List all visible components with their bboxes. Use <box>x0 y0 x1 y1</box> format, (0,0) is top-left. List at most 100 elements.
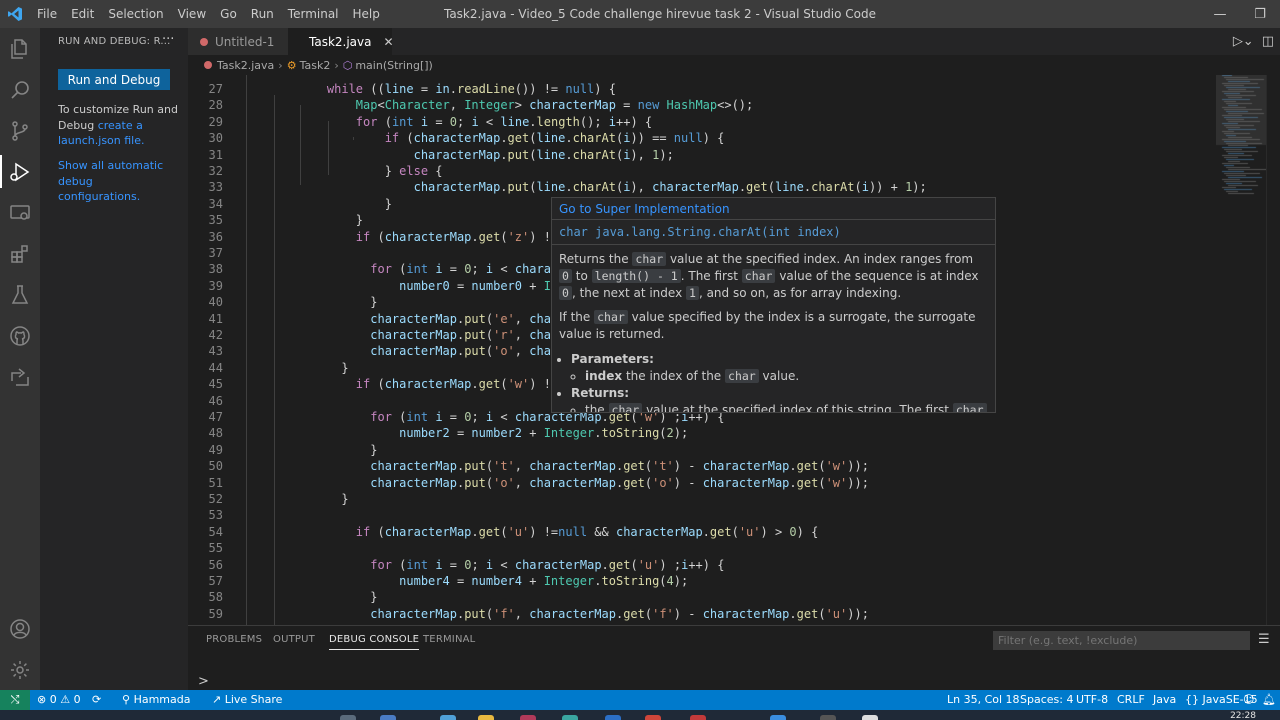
run-and-debug-icon[interactable] <box>0 151 40 192</box>
encoding[interactable]: UTF-8 <box>1076 693 1108 706</box>
language-mode[interactable]: Java <box>1153 693 1176 706</box>
console-prompt-icon[interactable]: > <box>198 674 209 689</box>
menu-help[interactable]: Help <box>346 0 387 28</box>
indentation[interactable]: Spaces: 4 <box>1020 693 1073 706</box>
run-and-debug-button[interactable]: Run and Debug <box>58 69 170 90</box>
panel-tab-debug-console[interactable]: DEBUG CONSOLE <box>329 634 420 650</box>
run-debug-dropdown-icon[interactable]: ▷⌄ <box>1233 34 1254 49</box>
code-line[interactable]: 49 } <box>188 442 1248 458</box>
github-icon[interactable] <box>0 315 40 356</box>
close-tab-icon[interactable]: ✕ <box>384 35 394 49</box>
line-number[interactable]: 33 <box>188 179 223 195</box>
line-number[interactable]: 50 <box>188 458 223 474</box>
taskbar-app-icon[interactable] <box>820 715 836 720</box>
code-line[interactable]: 31 characterMap.put(line.charAt(i), 1); <box>188 147 1248 163</box>
vscode-logo-icon[interactable] <box>0 0 30 28</box>
line-number[interactable]: 40 <box>188 294 223 310</box>
code-line[interactable]: 56 for (int i = 0; i < characterMap.get(… <box>188 557 1248 573</box>
line-number[interactable]: 36 <box>188 229 223 245</box>
cursor-position[interactable]: Ln 35, Col 18 <box>947 693 1020 706</box>
minimap[interactable] <box>1216 75 1266 625</box>
code-line[interactable]: 27 while ((line = in.readLine()) != null… <box>188 81 1248 97</box>
debug-console-filter-input[interactable] <box>993 631 1250 650</box>
search-icon[interactable] <box>0 69 40 110</box>
end-of-line[interactable]: CRLF <box>1117 693 1145 706</box>
line-number[interactable]: 44 <box>188 360 223 376</box>
line-number[interactable]: 29 <box>188 114 223 130</box>
remote-explorer-icon[interactable] <box>0 192 40 233</box>
breadcrumb-class[interactable]: Task2 <box>300 59 331 72</box>
line-number[interactable]: 32 <box>188 163 223 179</box>
line-number[interactable]: 54 <box>188 524 223 540</box>
feedback-icon[interactable]: ☺ <box>1243 693 1254 706</box>
line-number[interactable]: 27 <box>188 81 223 97</box>
taskbar-app-icon[interactable] <box>645 715 661 720</box>
minimize-icon[interactable]: — <box>1200 0 1240 28</box>
line-number[interactable]: 49 <box>188 442 223 458</box>
line-number[interactable]: 43 <box>188 343 223 359</box>
remote-indicator-icon[interactable]: ⤭ <box>0 690 30 710</box>
line-number[interactable]: 37 <box>188 245 223 261</box>
code-line[interactable]: 32 } else { <box>188 163 1248 179</box>
taskbar-app-icon[interactable] <box>605 715 621 720</box>
restore-icon[interactable]: ❐ <box>1240 0 1280 28</box>
menu-selection[interactable]: Selection <box>101 0 170 28</box>
line-number[interactable]: 46 <box>188 393 223 409</box>
more-actions-icon[interactable]: ··· <box>162 32 174 47</box>
line-number[interactable]: 55 <box>188 540 223 556</box>
breadcrumb-file[interactable]: Task2.java <box>217 59 274 72</box>
source-control-icon[interactable] <box>0 110 40 151</box>
menu-file[interactable]: File <box>30 0 64 28</box>
line-number[interactable]: 47 <box>188 409 223 425</box>
code-line[interactable]: 58 } <box>188 589 1248 605</box>
tab-untitled-1[interactable]: Untitled-1 <box>188 28 288 55</box>
panel-tab-terminal[interactable]: TERMINAL <box>423 634 475 645</box>
code-line[interactable]: 28 Map<Character, Integer> characterMap … <box>188 97 1248 113</box>
problems-indicator[interactable]: ⊗ 0 ⚠ 0 <box>37 693 81 706</box>
code-line[interactable]: 55 <box>188 540 1248 556</box>
account-status[interactable]: ⚲ Hammada <box>122 693 190 706</box>
taskbar-app-icon[interactable] <box>440 715 456 720</box>
code-line[interactable]: 54 if (characterMap.get('u') !=null && c… <box>188 524 1248 540</box>
clear-console-icon[interactable]: ☰ <box>1258 632 1270 647</box>
taskbar-app-icon[interactable] <box>520 715 536 720</box>
taskbar-app-icon[interactable] <box>690 715 706 720</box>
panel-tab-problems[interactable]: PROBLEMS <box>206 634 262 645</box>
editor-scrollbar[interactable] <box>1266 75 1280 625</box>
code-line[interactable]: 48 number2 = number2 + Integer.toString(… <box>188 425 1248 441</box>
line-number[interactable]: 35 <box>188 212 223 228</box>
line-number[interactable]: 51 <box>188 475 223 491</box>
debug-launch-icon[interactable]: ⟳ <box>92 693 101 706</box>
line-number[interactable]: 48 <box>188 425 223 441</box>
line-number[interactable]: 39 <box>188 278 223 294</box>
menu-go[interactable]: Go <box>213 0 244 28</box>
code-editor[interactable]: 27 while ((line = in.readLine()) != null… <box>188 75 1280 625</box>
taskbar-app-icon[interactable] <box>862 715 878 720</box>
line-number[interactable]: 59 <box>188 606 223 622</box>
menu-view[interactable]: View <box>171 0 213 28</box>
line-number[interactable]: 57 <box>188 573 223 589</box>
line-number[interactable]: 53 <box>188 507 223 523</box>
line-number[interactable]: 28 <box>188 97 223 113</box>
line-number[interactable]: 58 <box>188 589 223 605</box>
taskbar-app-icon[interactable] <box>340 715 356 720</box>
taskbar-app-icon[interactable] <box>380 715 396 720</box>
testing-icon[interactable] <box>0 274 40 315</box>
panel-tab-output[interactable]: OUTPUT <box>273 634 315 645</box>
line-number[interactable]: 45 <box>188 376 223 392</box>
code-line[interactable]: 52 } <box>188 491 1248 507</box>
split-editor-icon[interactable]: ◫ <box>1262 34 1274 49</box>
line-number[interactable]: 38 <box>188 261 223 277</box>
code-line[interactable]: 33 characterMap.put(line.charAt(i), char… <box>188 179 1248 195</box>
line-number[interactable]: 56 <box>188 557 223 573</box>
explorer-icon[interactable] <box>0 28 40 69</box>
taskbar-app-icon[interactable] <box>478 715 494 720</box>
taskbar-app-icon[interactable] <box>770 715 786 720</box>
code-line[interactable]: 57 number4 = number4 + Integer.toString(… <box>188 573 1248 589</box>
extensions-icon[interactable] <box>0 233 40 274</box>
go-to-super-implementation-link[interactable]: Go to Super Implementation <box>559 202 730 216</box>
code-line[interactable]: 51 characterMap.put('o', characterMap.ge… <box>188 475 1248 491</box>
menu-run[interactable]: Run <box>244 0 281 28</box>
accounts-icon[interactable] <box>0 608 40 649</box>
menu-terminal[interactable]: Terminal <box>281 0 346 28</box>
